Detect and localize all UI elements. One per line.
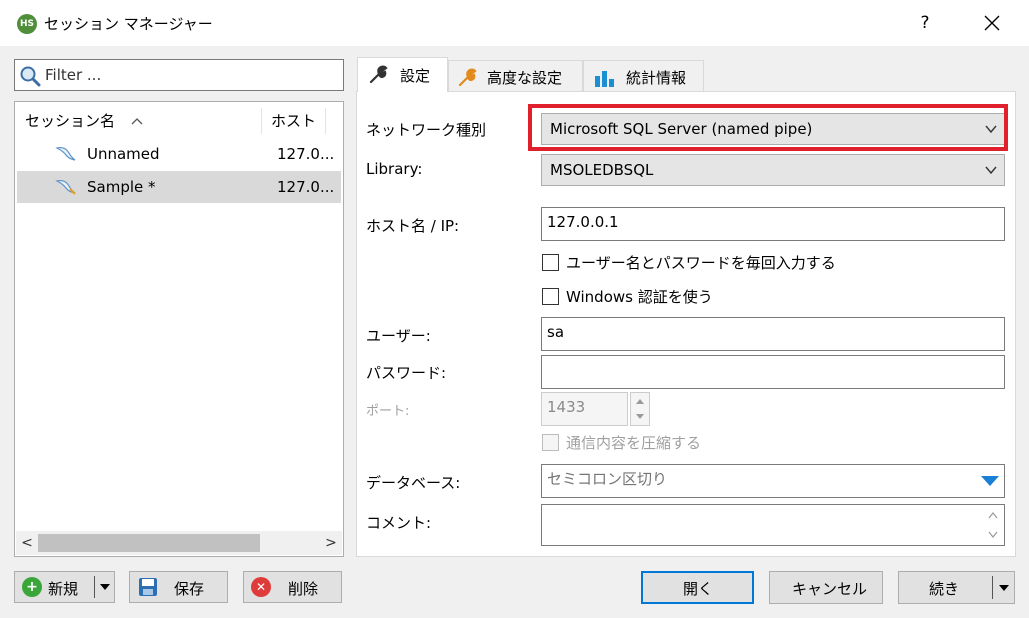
tab-label: 設定	[400, 67, 431, 85]
column-header-label: セッション名	[25, 112, 116, 130]
sort-ascending-icon	[131, 118, 143, 125]
split-divider	[94, 576, 95, 598]
new-session-button[interactable]: + 新規	[14, 571, 115, 603]
highlight-box	[528, 104, 1008, 151]
search-icon	[20, 66, 41, 87]
prompt-credentials-label[interactable]: ユーザー名とパスワードを毎回入力する	[566, 252, 836, 273]
scroll-up-icon[interactable]	[988, 511, 998, 519]
scroll-left-button[interactable]: <	[18, 533, 36, 553]
cancel-button-label: キャンセル	[792, 580, 868, 598]
save-button-label: 保存	[174, 580, 205, 598]
scroll-down-icon[interactable]	[988, 531, 998, 539]
column-separator[interactable]	[261, 108, 262, 134]
network-type-label: ネットワーク種別	[366, 121, 487, 139]
host-field[interactable]	[541, 207, 1005, 241]
windows-auth-label[interactable]: Windows 認証を使う	[566, 286, 713, 307]
library-value: MSOLEDBSQL	[550, 161, 654, 179]
floppy-disk-icon	[139, 578, 157, 596]
port-spinner[interactable]	[630, 392, 650, 426]
delete-x-icon: ✕	[251, 577, 271, 597]
session-host: 127.0...	[277, 178, 335, 196]
comment-label: コメント:	[366, 514, 432, 532]
session-row-sample[interactable]: Sample * 127.0...	[17, 171, 341, 203]
database-label: データベース:	[366, 474, 461, 492]
session-name: Sample *	[87, 178, 156, 196]
spinner-down-icon[interactable]	[635, 413, 645, 421]
app-logo-icon: HS	[17, 14, 37, 34]
scroll-right-button[interactable]: >	[322, 533, 340, 553]
dropdown-triangle-icon[interactable]	[980, 475, 1000, 487]
password-field[interactable]	[541, 355, 1005, 389]
password-input[interactable]	[547, 361, 997, 379]
tab-advanced-settings[interactable]: 高度な設定	[448, 60, 583, 91]
close-icon	[984, 15, 1000, 31]
split-divider	[992, 576, 993, 599]
database-input[interactable]	[547, 470, 997, 488]
compress-label[interactable]: 通信内容を圧縮する	[566, 432, 701, 453]
tab-label: 統計情報	[626, 69, 687, 87]
host-input[interactable]	[547, 213, 997, 231]
session-name: Unnamed	[87, 145, 160, 163]
delete-button[interactable]: ✕ 削除	[243, 571, 342, 603]
window-title: セッション マネージャー	[44, 15, 213, 33]
user-label: ユーザー:	[366, 327, 431, 345]
filter-box[interactable]	[14, 59, 344, 91]
host-label: ホスト名 / IP:	[366, 217, 460, 235]
column-header-session-name[interactable]: セッション名	[25, 102, 144, 140]
password-label: パスワード:	[366, 364, 447, 382]
continue-button-label: 続き	[929, 580, 960, 598]
port-label: ポート:	[366, 404, 410, 419]
session-row-unnamed[interactable]: Unnamed 127.0...	[17, 138, 341, 170]
open-button-label: 開く	[683, 580, 714, 598]
help-button[interactable]: ?	[905, 8, 945, 38]
dropdown-arrow-icon[interactable]	[99, 583, 111, 591]
prompt-credentials-checkbox[interactable]	[542, 254, 559, 271]
open-button[interactable]: 開く	[641, 571, 754, 604]
bar-chart-icon	[595, 71, 614, 87]
tab-statistics[interactable]: 統計情報	[583, 60, 704, 91]
dolphin-icon	[55, 146, 76, 161]
comment-textarea[interactable]	[541, 504, 1005, 546]
wrench-orange-icon	[458, 68, 477, 87]
user-field[interactable]	[541, 317, 1005, 351]
library-select[interactable]: MSOLEDBSQL	[541, 154, 1005, 186]
tab-settings[interactable]: 設定	[357, 57, 448, 92]
filter-input[interactable]	[43, 64, 333, 86]
save-button[interactable]: 保存	[129, 571, 228, 603]
database-field[interactable]	[541, 464, 1005, 498]
column-header-host[interactable]: ホスト	[271, 102, 316, 140]
chevron-down-icon	[985, 166, 997, 175]
column-separator[interactable]	[325, 108, 326, 134]
windows-auth-checkbox[interactable]	[542, 288, 559, 305]
user-input[interactable]	[547, 323, 997, 341]
column-header-label: ホスト	[271, 112, 317, 130]
continue-button[interactable]: 続き	[898, 571, 1015, 604]
plus-icon: +	[22, 577, 42, 597]
library-label: Library:	[366, 160, 423, 178]
wrench-icon	[369, 65, 388, 84]
tab-label: 高度な設定	[487, 69, 563, 87]
session-host: 127.0...	[277, 145, 335, 163]
port-input[interactable]	[547, 398, 620, 416]
horizontal-scrollbar[interactable]: < >	[16, 531, 342, 555]
scrollbar-thumb[interactable]	[38, 534, 260, 552]
dolphin-icon	[55, 179, 76, 195]
compress-checkbox[interactable]	[542, 434, 559, 451]
session-list[interactable]: セッション名 ホスト Unnamed 127.0... Sample * 127…	[14, 101, 344, 557]
dropdown-arrow-icon[interactable]	[998, 584, 1010, 592]
title-bar: HS セッション マネージャー ?	[0, 0, 1029, 46]
close-button[interactable]	[972, 8, 1012, 38]
port-field[interactable]	[541, 392, 628, 426]
new-button-label: 新規	[48, 580, 79, 598]
cancel-button[interactable]: キャンセル	[769, 571, 883, 604]
spinner-up-icon[interactable]	[635, 397, 645, 405]
delete-button-label: 削除	[288, 580, 319, 598]
